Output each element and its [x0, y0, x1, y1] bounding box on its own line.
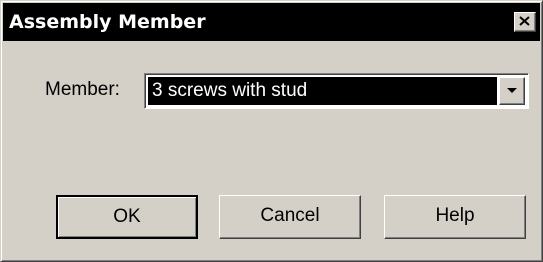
ok-button[interactable]: OK: [56, 195, 198, 239]
title-bar[interactable]: Assembly Member: [3, 3, 540, 41]
member-dropdown-button[interactable]: [499, 77, 525, 105]
member-dropdown[interactable]: 3 screws with stud: [144, 73, 529, 109]
assembly-member-dialog: Assembly Member Member: 3 screws with st…: [0, 0, 543, 262]
member-label: Member:: [45, 79, 120, 100]
cancel-button[interactable]: Cancel: [219, 195, 361, 239]
close-icon: [519, 16, 530, 26]
chevron-down-icon: [507, 88, 517, 93]
help-button[interactable]: Help: [384, 195, 526, 239]
member-selected-value[interactable]: 3 screws with stud: [148, 77, 497, 105]
close-button[interactable]: [514, 12, 536, 32]
dialog-title: Assembly Member: [9, 11, 206, 33]
